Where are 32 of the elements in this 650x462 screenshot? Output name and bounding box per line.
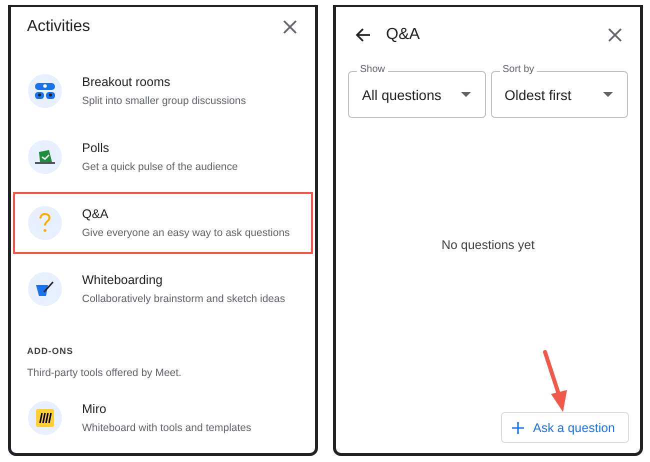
panel-title: Q&A bbox=[386, 26, 421, 44]
plus-icon bbox=[512, 422, 524, 434]
activity-description: Whiteboard with tools and templates bbox=[82, 422, 252, 434]
activity-item[interactable]: Polls Get a quick pulse of the audience bbox=[13, 126, 313, 188]
activity-description: Get a quick pulse of the audience bbox=[82, 161, 238, 173]
activity-item[interactable]: Q&A Give everyone an easy way to ask questions bbox=[13, 192, 313, 254]
pen-board-icon bbox=[34, 280, 56, 298]
empty-message: No questions yet bbox=[441, 238, 535, 252]
caret-icon bbox=[460, 92, 470, 97]
field-label: Show bbox=[357, 64, 388, 75]
activity-item[interactable]: Breakout rooms Split into smaller group discussions bbox=[13, 60, 313, 122]
section-note: Third-party tools offered by Meet. bbox=[27, 367, 182, 379]
activity-description: Split into smaller group discussions bbox=[82, 95, 246, 107]
activity-title: Q&A bbox=[82, 207, 110, 221]
ballot-icon bbox=[34, 149, 56, 165]
activity-title: Polls bbox=[82, 141, 110, 155]
group-icon bbox=[34, 82, 56, 100]
app-logo-icon bbox=[36, 409, 54, 427]
panel-title: Activities bbox=[27, 18, 92, 36]
activity-item[interactable]: Miro Whiteboard with tools and templates bbox=[13, 387, 313, 449]
caret-icon bbox=[603, 92, 613, 97]
activity-title: Miro bbox=[82, 402, 108, 416]
dropdown-field[interactable]: All questions bbox=[348, 71, 486, 118]
question-mark-icon bbox=[39, 213, 51, 233]
activity-description: Give everyone an easy way to ask questions bbox=[82, 227, 290, 239]
ask-question-button[interactable]: Ask a question bbox=[501, 412, 629, 443]
activity-description: Collaboratively brainstorm and sketch ideas bbox=[82, 293, 286, 305]
field-label: Sort by bbox=[500, 64, 538, 75]
activity-title: Breakout rooms bbox=[82, 75, 172, 89]
activity-title: Whiteboarding bbox=[82, 273, 164, 287]
section-heading: ADD-ONS bbox=[27, 346, 74, 356]
activity-item[interactable]: Whiteboarding Collaboratively brainstorm and sketch ideas bbox=[13, 258, 313, 320]
